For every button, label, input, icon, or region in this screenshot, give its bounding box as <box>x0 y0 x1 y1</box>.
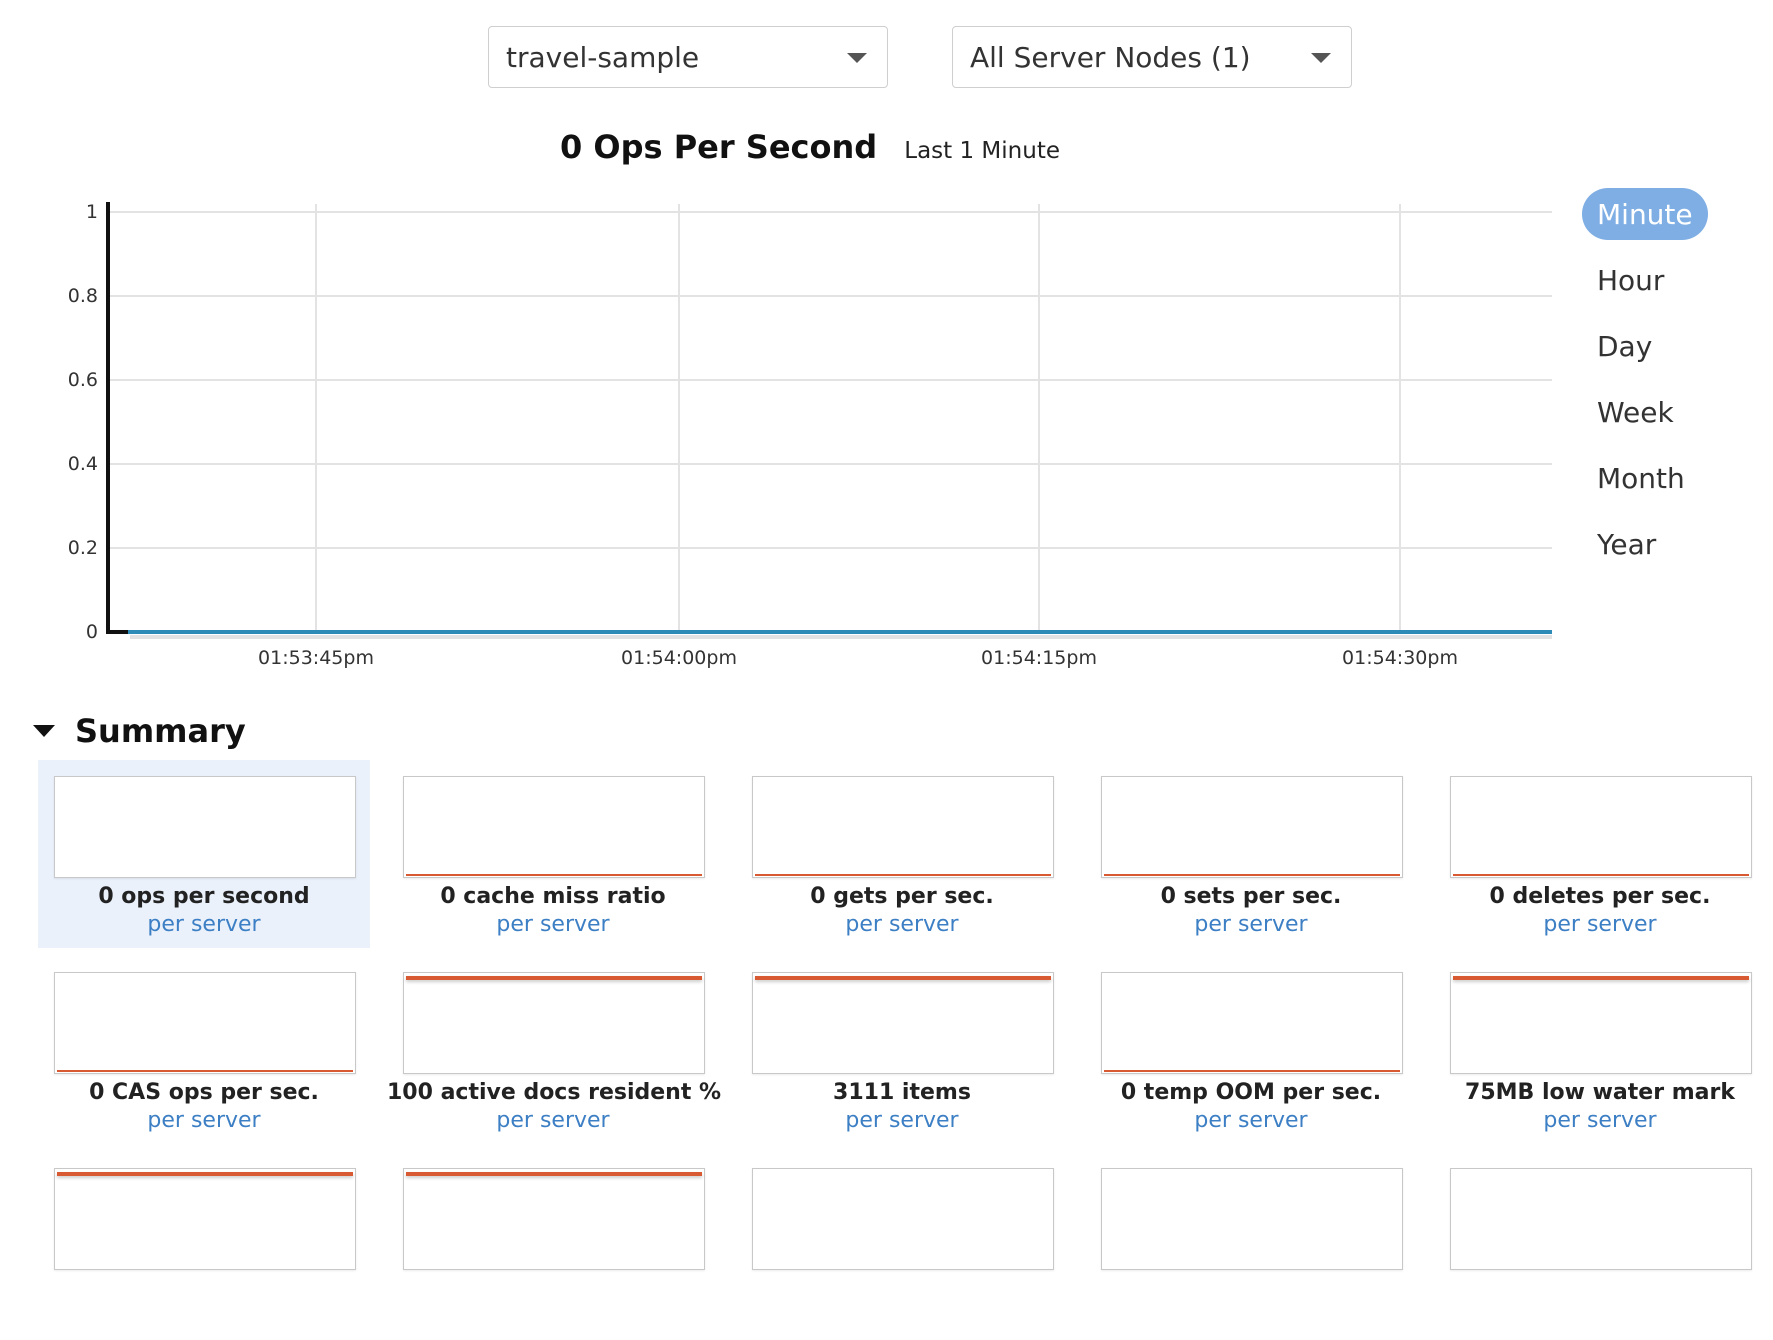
summary-tile[interactable]: 0 CAS ops per sec. per server <box>38 956 370 1144</box>
ops-chart: 1 0.8 0.6 0.4 0.2 0 01:53:45pm 01:54:00pm 01:54:… <box>68 201 1552 669</box>
sparkline-series <box>1453 874 1749 876</box>
y-tick-label: 1 <box>86 201 98 223</box>
zoom-week-button[interactable]: Week <box>1582 386 1722 438</box>
zoom-hour-button[interactable]: Hour <box>1582 254 1722 306</box>
sparkline-series <box>1453 976 1749 980</box>
zoom-selector: Minute Hour Day Week Month Year <box>1582 188 1722 584</box>
chevron-down-icon <box>847 53 867 63</box>
sparkline-series <box>57 1172 353 1176</box>
summary-title: Summary <box>75 712 246 750</box>
summary-tile-label: 100 active docs resident % <box>387 1080 722 1105</box>
sparkline-chart[interactable] <box>1450 776 1752 878</box>
x-tick-label: 01:54:00pm <box>621 647 737 669</box>
chart-title: 0 Ops Per Second <box>560 128 878 166</box>
per-server-link[interactable]: per server <box>1434 912 1766 937</box>
summary-tile[interactable] <box>1434 1152 1766 1340</box>
sparkline-chart[interactable] <box>1450 972 1752 1074</box>
summary-tile[interactable] <box>38 1152 370 1340</box>
x-tick-label: 01:53:45pm <box>258 647 374 669</box>
summary-tile[interactable]: 0 deletes per sec. per server <box>1434 760 1766 948</box>
summary-tile[interactable]: 0 gets per sec. per server <box>736 760 1068 948</box>
summary-tile-label: 0 gets per sec. <box>810 884 994 909</box>
sparkline-series <box>406 874 702 876</box>
summary-tile[interactable] <box>1085 1152 1417 1340</box>
sparkline-chart[interactable] <box>752 1168 1054 1270</box>
bucket-select-value: travel-sample <box>506 40 700 74</box>
summary-tile[interactable]: 75MB low water mark per server <box>1434 956 1766 1144</box>
summary-tile[interactable]: 100 active docs resident % per server <box>387 956 722 1144</box>
zoom-year-button[interactable]: Year <box>1582 518 1722 570</box>
sparkline-series <box>406 1172 702 1176</box>
per-server-link[interactable]: per server <box>38 912 370 937</box>
summary-tile[interactable] <box>736 1152 1068 1340</box>
per-server-link[interactable]: per server <box>1085 912 1417 937</box>
sparkline-series <box>57 1070 353 1072</box>
per-server-link[interactable]: per server <box>736 912 1068 937</box>
y-tick-label: 0.4 <box>68 453 98 475</box>
sparkline-chart[interactable] <box>1101 972 1403 1074</box>
zoom-minute-button[interactable]: Minute <box>1582 188 1708 240</box>
summary-tile[interactable]: 0 ops per second per server <box>38 760 370 948</box>
summary-tile[interactable] <box>387 1152 719 1340</box>
sparkline-chart[interactable] <box>403 776 705 878</box>
sparkline-chart[interactable] <box>1450 1168 1752 1270</box>
x-tick-label: 01:54:15pm <box>981 647 1097 669</box>
per-server-link[interactable]: per server <box>1434 1108 1766 1133</box>
per-server-link[interactable]: per server <box>387 1108 719 1133</box>
y-tick-label: 0.8 <box>68 285 98 307</box>
summary-tile[interactable]: 0 cache miss ratio per server <box>387 760 719 948</box>
summary-tile-label: 75MB low water mark <box>1465 1080 1735 1105</box>
summary-tile-label: 0 sets per sec. <box>1160 884 1342 909</box>
sparkline-chart[interactable] <box>403 972 705 1074</box>
sparkline-chart[interactable] <box>54 1168 356 1270</box>
summary-tile-label: 0 cache miss ratio <box>440 884 666 909</box>
sparkline-series <box>755 874 1051 876</box>
summary-tile-label: 0 ops per second <box>98 884 310 909</box>
caret-down-icon <box>33 725 55 737</box>
per-server-link[interactable]: per server <box>736 1108 1068 1133</box>
y-tick-label: 0 <box>86 621 98 643</box>
summary-tile-label: 0 deletes per sec. <box>1489 884 1711 909</box>
y-tick-label: 0.6 <box>68 369 98 391</box>
summary-tile[interactable]: 3111 items per server <box>736 956 1068 1144</box>
zoom-day-button[interactable]: Day <box>1582 320 1722 372</box>
summary-tile-label: 0 temp OOM per sec. <box>1120 1080 1382 1105</box>
chevron-down-icon <box>1311 53 1331 63</box>
per-server-link[interactable]: per server <box>1085 1108 1417 1133</box>
sparkline-series <box>1104 874 1400 876</box>
summary-tile-label: 3111 items <box>833 1080 971 1105</box>
bucket-select[interactable]: travel-sample <box>488 26 888 88</box>
sparkline-chart[interactable] <box>54 776 356 878</box>
sparkline-chart[interactable] <box>54 972 356 1074</box>
sparkline-series <box>1104 1070 1400 1072</box>
zoom-month-button[interactable]: Month <box>1582 452 1722 504</box>
sparkline-chart[interactable] <box>752 776 1054 878</box>
sparkline-chart[interactable] <box>1101 776 1403 878</box>
server-nodes-select[interactable]: All Server Nodes (1) <box>952 26 1352 88</box>
per-server-link[interactable]: per server <box>38 1108 370 1133</box>
chart-subtitle: Last 1 Minute <box>904 138 1060 164</box>
sparkline-chart[interactable] <box>403 1168 705 1270</box>
x-tick-label: 01:54:30pm <box>1342 647 1458 669</box>
summary-tile[interactable]: 0 sets per sec. per server <box>1085 760 1417 948</box>
summary-tile[interactable]: 0 temp OOM per sec. per server <box>1085 956 1417 1144</box>
chart-header: 0 Ops Per Second Last 1 Minute <box>0 128 1620 166</box>
summary-toggle[interactable]: Summary <box>33 712 246 750</box>
y-tick-label: 0.2 <box>68 537 98 559</box>
per-server-link[interactable]: per server <box>387 912 719 937</box>
sparkline-chart[interactable] <box>1101 1168 1403 1270</box>
server-nodes-select-value: All Server Nodes (1) <box>970 40 1251 74</box>
summary-tile-label: 0 CAS ops per sec. <box>89 1080 319 1105</box>
sparkline-series <box>755 976 1051 980</box>
sparkline-chart[interactable] <box>752 972 1054 1074</box>
sparkline-series <box>406 976 702 980</box>
